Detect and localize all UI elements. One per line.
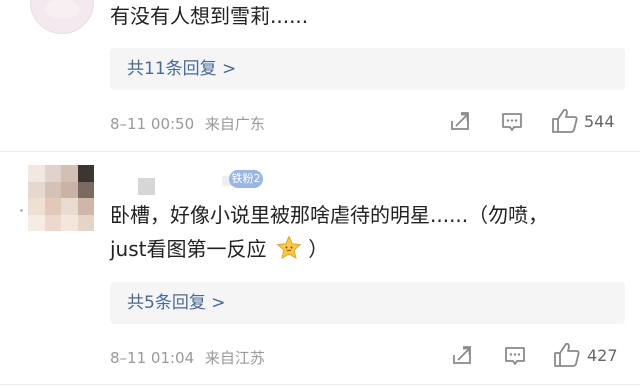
comment-text: 有没有人想到雪莉...... bbox=[110, 4, 309, 28]
comment-meta-2: 8–11 01:04 来自江苏 bbox=[110, 347, 265, 368]
view-replies-link[interactable]: 共11条回复 > bbox=[127, 48, 236, 90]
comment-location: 来自江苏 bbox=[204, 349, 265, 367]
bullet-mark bbox=[20, 209, 23, 212]
username-redacted bbox=[138, 178, 155, 195]
replies-box-2[interactable]: 共5条回复 > bbox=[110, 282, 625, 324]
comment-date: 8–11 00:50 bbox=[110, 115, 195, 133]
comment-icon[interactable] bbox=[503, 344, 527, 368]
comment-divider bbox=[0, 151, 640, 152]
comment-text-line1: 卧槽，好像小说里被那啥虐待的明星......（勿喷， bbox=[110, 203, 549, 227]
fan-badge: 铁粉2 bbox=[229, 170, 263, 188]
star-face-emoji bbox=[276, 235, 302, 260]
share-icon[interactable] bbox=[450, 344, 474, 368]
share-icon[interactable] bbox=[448, 110, 472, 134]
commenter-avatar-2[interactable] bbox=[28, 165, 94, 231]
comment-location: 来自广东 bbox=[204, 115, 265, 133]
thumbs-up-icon[interactable] bbox=[553, 342, 581, 368]
like-count: 427 bbox=[587, 346, 618, 365]
comment-text-line2-wrapper: just看图第一反应 ） bbox=[110, 232, 328, 266]
like-count: 544 bbox=[584, 112, 615, 131]
commenter-avatar[interactable] bbox=[30, 0, 94, 34]
comment-meta: 8–11 00:50 来自广东 bbox=[110, 113, 265, 134]
comment-text-close-paren: ） bbox=[308, 237, 329, 261]
comment-icon[interactable] bbox=[500, 110, 524, 134]
comment-text-line2: just看图第一反应 bbox=[110, 237, 267, 261]
comment-date: 8–11 01:04 bbox=[110, 349, 195, 367]
thumbs-up-icon[interactable] bbox=[551, 108, 579, 134]
replies-box[interactable]: 共11条回复 > bbox=[110, 48, 625, 90]
comment-divider bbox=[0, 384, 640, 385]
view-replies-link-2[interactable]: 共5条回复 > bbox=[127, 282, 225, 324]
